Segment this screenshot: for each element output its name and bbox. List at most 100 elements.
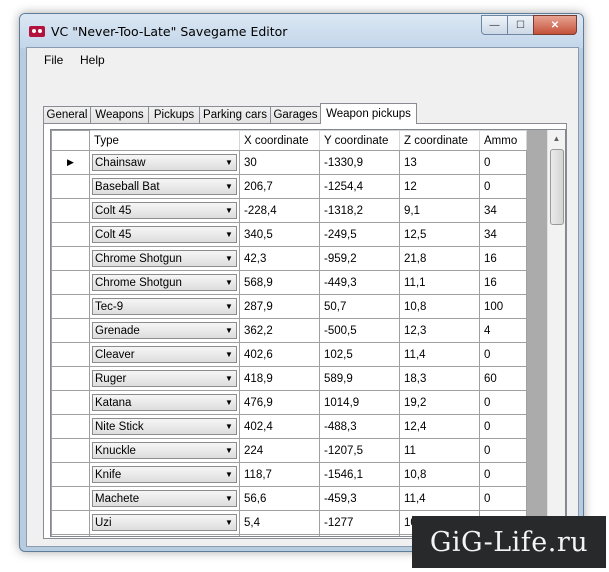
dropdown-arrow-icon[interactable]: ▼ (222, 326, 236, 335)
y-coordinate-cell[interactable]: -959,2 (319, 246, 400, 271)
x-coordinate-cell[interactable]: 287,9 (239, 294, 320, 319)
weapon-type-combobox[interactable]: Knife ▼ (92, 466, 237, 483)
row-header[interactable] (51, 270, 90, 295)
menu-file[interactable]: File (44, 53, 63, 67)
x-coordinate-cell[interactable]: 157 (239, 534, 320, 536)
ammo-cell[interactable]: 0 (479, 390, 527, 415)
dropdown-arrow-icon[interactable]: ▼ (222, 278, 236, 287)
x-coordinate-cell[interactable]: 340,5 (239, 222, 320, 247)
weapon-type-combobox[interactable]: Colt 45 ▼ (92, 202, 237, 219)
row-header[interactable] (51, 198, 90, 223)
ammo-cell[interactable]: 60 (479, 366, 527, 391)
weapon-type-combobox[interactable]: Uzi ▼ (92, 514, 237, 531)
table-row[interactable]: Baseball Bat ▼ 206,7 -1254,4 12 0 (51, 174, 527, 199)
y-coordinate-cell[interactable]: -1277 (319, 510, 400, 535)
y-coordinate-cell[interactable]: -459,3 (319, 486, 400, 511)
z-coordinate-cell[interactable]: 12,5 (399, 222, 480, 247)
row-header[interactable] (51, 174, 90, 199)
weapon-type-combobox[interactable]: Katana ▼ (92, 394, 237, 411)
y-coordinate-cell[interactable]: -1546,1 (319, 462, 400, 487)
x-coordinate-cell[interactable]: 206,7 (239, 174, 320, 199)
dropdown-arrow-icon[interactable]: ▼ (222, 470, 236, 479)
dropdown-arrow-icon[interactable]: ▼ (222, 350, 236, 359)
z-coordinate-cell[interactable]: 12,4 (399, 414, 480, 439)
x-coordinate-cell[interactable]: 30 (239, 150, 320, 175)
close-button[interactable]: ✕ (533, 15, 577, 35)
y-coordinate-cell[interactable]: -1207,5 (319, 438, 400, 463)
ammo-cell[interactable]: 0 (479, 438, 527, 463)
scroll-up-arrow-icon[interactable]: ▲ (548, 130, 565, 147)
weapon-type-combobox[interactable]: Chrome Shotgun ▼ (92, 250, 237, 267)
y-coordinate-cell[interactable]: 50,7 (319, 294, 400, 319)
table-row[interactable]: Cleaver ▼ 402,6 102,5 11,4 0 (51, 342, 527, 367)
y-coordinate-cell[interactable]: 1014,9 (319, 390, 400, 415)
x-coordinate-cell[interactable]: 402,6 (239, 342, 320, 367)
column-header-y[interactable]: Y coordinate (319, 130, 400, 151)
dropdown-arrow-icon[interactable]: ▼ (222, 518, 236, 527)
z-coordinate-cell[interactable]: 12,3 (399, 318, 480, 343)
ammo-cell[interactable]: 0 (479, 150, 527, 175)
scroll-thumb[interactable] (550, 149, 564, 225)
type-cell[interactable]: Colt 45 ▼ (89, 198, 240, 223)
table-row[interactable]: ▶ Chainsaw ▼ 30 -1330,9 13 0 (51, 150, 527, 175)
y-coordinate-cell[interactable]: -488,3 (319, 414, 400, 439)
row-header[interactable] (51, 246, 90, 271)
weapon-type-combobox[interactable]: Cleaver ▼ (92, 346, 237, 363)
weapon-type-combobox[interactable]: Baseball Bat ▼ (92, 178, 237, 195)
y-coordinate-cell[interactable]: 589,9 (319, 366, 400, 391)
type-cell[interactable]: Chrome Shotgun ▼ (89, 246, 240, 271)
weapon-type-combobox[interactable]: Chainsaw ▼ (92, 154, 237, 171)
row-header[interactable]: ▶ (51, 150, 90, 175)
table-row[interactable]: Katana ▼ 476,9 1014,9 19,2 0 (51, 390, 527, 415)
x-coordinate-cell[interactable]: 42,3 (239, 246, 320, 271)
z-coordinate-cell[interactable]: 11,4 (399, 342, 480, 367)
z-coordinate-cell[interactable]: 13 (399, 150, 480, 175)
x-coordinate-cell[interactable]: 5,4 (239, 510, 320, 535)
table-row[interactable]: Knife ▼ 118,7 -1546,1 10,8 0 (51, 462, 527, 487)
tab-pickups[interactable]: Pickups (148, 106, 200, 123)
dropdown-arrow-icon[interactable]: ▼ (222, 422, 236, 431)
y-coordinate-cell[interactable]: -500,5 (319, 318, 400, 343)
weapon-type-combobox[interactable]: Ruger ▼ (92, 370, 237, 387)
column-header-ammo[interactable]: Ammo (479, 130, 527, 151)
y-coordinate-cell[interactable]: -449,3 (319, 270, 400, 295)
type-cell[interactable]: Colt 45 ▼ (89, 222, 240, 247)
row-header[interactable] (51, 294, 90, 319)
ammo-cell[interactable]: 0 (479, 174, 527, 199)
x-coordinate-cell[interactable]: 362,2 (239, 318, 320, 343)
table-row[interactable]: Machete ▼ 56,6 -459,3 11,4 0 (51, 486, 527, 511)
type-cell[interactable]: Chainsaw ▼ (89, 150, 240, 175)
table-row[interactable]: Chrome Shotgun ▼ 568,9 -449,3 11,1 16 (51, 270, 527, 295)
table-row[interactable]: Colt 45 ▼ -228,4 -1318,2 9,1 34 (51, 198, 527, 223)
dropdown-arrow-icon[interactable]: ▼ (222, 398, 236, 407)
x-coordinate-cell[interactable]: 56,6 (239, 486, 320, 511)
tab-weapons[interactable]: Weapons (90, 106, 149, 123)
table-row[interactable]: Knuckle ▼ 224 -1207,5 11 0 (51, 438, 527, 463)
z-coordinate-cell[interactable]: 11,1 (399, 270, 480, 295)
menu-help[interactable]: Help (80, 53, 105, 67)
column-header-z[interactable]: Z coordinate (399, 130, 480, 151)
z-coordinate-cell[interactable]: 11,4 (399, 486, 480, 511)
weapon-type-combobox[interactable]: Machete ▼ (92, 490, 237, 507)
type-cell[interactable]: Grenade ▼ (89, 318, 240, 343)
z-coordinate-cell[interactable]: 9,1 (399, 198, 480, 223)
dropdown-arrow-icon[interactable]: ▼ (222, 182, 236, 191)
type-cell[interactable]: Knuckle ▼ (89, 438, 240, 463)
row-header[interactable] (51, 462, 90, 487)
type-cell[interactable]: Baseball Bat ▼ (89, 174, 240, 199)
ammo-cell[interactable]: 16 (479, 270, 527, 295)
row-header[interactable] (51, 318, 90, 343)
type-cell[interactable]: Machete ▼ (89, 486, 240, 511)
dropdown-arrow-icon[interactable]: ▼ (222, 254, 236, 263)
row-header[interactable] (51, 510, 90, 535)
y-coordinate-cell[interactable]: 102,5 (319, 342, 400, 367)
tab-weapon-pickups[interactable]: Weapon pickups (320, 103, 417, 124)
table-row[interactable]: Colt 45 ▼ 340,5 -249,5 12,5 34 (51, 222, 527, 247)
row-header[interactable] (51, 342, 90, 367)
row-header[interactable] (51, 390, 90, 415)
row-header[interactable] (51, 414, 90, 439)
x-coordinate-cell[interactable]: 418,9 (239, 366, 320, 391)
type-cell[interactable]: Uzi ▼ (89, 510, 240, 535)
row-header[interactable] (51, 486, 90, 511)
type-cell[interactable]: Knife ▼ (89, 462, 240, 487)
